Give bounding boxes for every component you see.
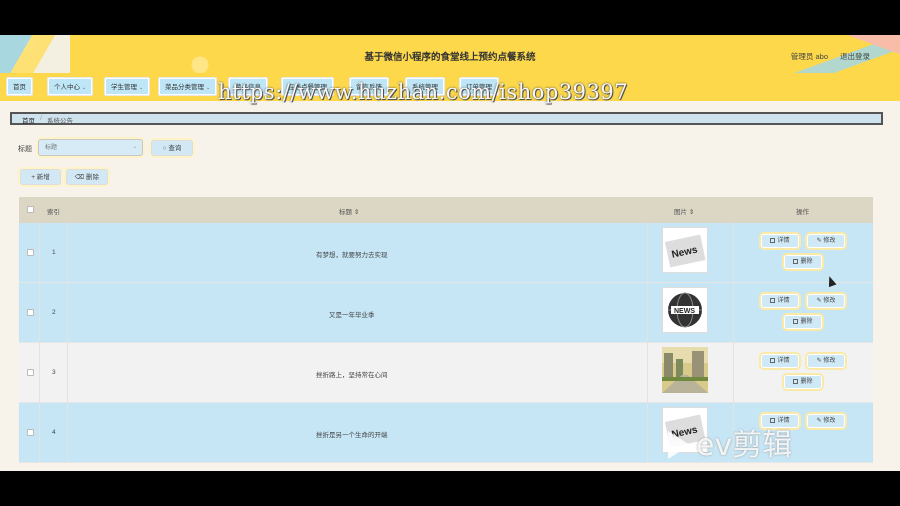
detail-button[interactable]: 详情 — [761, 354, 799, 368]
header: 基于微信小程序的食堂线上预约点餐系统 管理员 abo 退出登录 — [0, 35, 900, 73]
table-header: 索引 标题 ⇕ 图片 ⇕ 操作 — [19, 197, 873, 223]
trash-icon: ⌫ — [74, 174, 85, 181]
detail-button[interactable]: 详情 — [761, 234, 799, 248]
add-button-label: 新增 — [36, 174, 50, 181]
news-globe-image: NEWS — [662, 287, 708, 333]
sort-icon: ⇕ — [688, 209, 695, 216]
delete-button-label: 删除 — [800, 319, 813, 325]
header-title[interactable]: 标题 ⇕ — [339, 206, 359, 216]
edit-button[interactable]: ✎ 修改 — [807, 354, 845, 368]
row-title: 挫折是另一个生命的开端 — [316, 432, 388, 439]
news-paper-image: News — [662, 227, 708, 273]
city-street-image — [662, 347, 708, 393]
row-title: 有梦想，就要努力去实现 — [316, 252, 388, 259]
watermark-text: https://www.huzhan.com/ishop39397 — [218, 80, 629, 104]
header-title-label: 标题 — [339, 209, 352, 216]
detail-button-label: 详情 — [777, 358, 790, 364]
breadcrumb-home[interactable]: 首页 — [22, 115, 35, 125]
delete-button[interactable]: 删除 — [784, 375, 822, 389]
table-row: 1 有梦想，就要努力去实现 News 详情 ✎ 修改 删除 — [19, 223, 873, 283]
edit-button-label: 修改 — [823, 298, 836, 304]
sort-icon: ⇕ — [353, 209, 360, 216]
breadcrumb-current: 系统公告 — [47, 118, 73, 125]
row-index: 1 — [52, 249, 56, 256]
admin-label: 管理员 abo — [790, 52, 828, 61]
header-image[interactable]: 图片 ⇕ — [674, 206, 694, 216]
breadcrumb: 首页 / 系统公告 — [10, 112, 883, 125]
edit-button[interactable]: ✎ 修改 — [807, 414, 845, 428]
trash-icon — [793, 259, 799, 264]
search-icon: ○ — [162, 145, 167, 152]
pencil-icon: ✎ — [816, 238, 822, 244]
delete-button-label: 删除 — [800, 259, 813, 265]
app-title: 基于微信小程序的食堂线上预约点餐系统 — [364, 52, 536, 63]
select-all-checkbox[interactable] — [27, 206, 34, 213]
search-title-label: 标题 — [18, 146, 32, 153]
header-image-label: 图片 — [674, 209, 687, 216]
nav-personal-center[interactable]: 个人中心 ⌄ — [47, 77, 94, 96]
chevron-down-icon: ⌄ — [82, 85, 87, 91]
nav-student-mgmt[interactable]: 学生管理 ⌄ — [104, 77, 151, 96]
document-icon — [770, 358, 776, 363]
ev-logo: ev剪辑 — [668, 420, 792, 464]
chevron-down-icon: ⌄ — [139, 85, 144, 91]
nav-home[interactable]: 首页 — [6, 77, 33, 96]
plus-icon: + — [31, 174, 35, 181]
detail-button[interactable]: 详情 — [761, 294, 799, 308]
detail-button-label: 详情 — [777, 298, 790, 304]
search-input[interactable]: ⌄ — [38, 139, 143, 156]
nav-dish-category[interactable]: 菜品分类管理 ⌄ — [158, 77, 218, 96]
row-title: 挫折路上，坚持常在心间 — [316, 372, 388, 379]
ev-logo-text: ev剪辑 — [696, 428, 793, 463]
edit-button-label: 修改 — [823, 358, 836, 364]
header-action: 操作 — [796, 209, 809, 216]
row-checkbox[interactable] — [27, 429, 34, 436]
document-icon — [770, 238, 776, 243]
search-button-label: 查询 — [168, 145, 182, 152]
table-row: 2 又是一年毕业季 NEWS 详情 ✎ 修改 删除 — [19, 283, 873, 343]
breadcrumb-separator: / — [40, 115, 42, 122]
header-index: 索引 — [47, 209, 60, 216]
row-checkbox[interactable] — [27, 369, 34, 376]
chevron-down-icon: ⌄ — [206, 85, 211, 91]
pencil-icon: ✎ — [816, 358, 822, 364]
nav-dish-category-label: 菜品分类管理 — [165, 84, 204, 91]
row-checkbox[interactable] — [27, 249, 34, 256]
logout-link[interactable]: 退出登录 — [840, 51, 870, 62]
trash-icon — [793, 379, 799, 384]
edit-button-label: 修改 — [823, 238, 836, 244]
pencil-icon: ✎ — [816, 298, 822, 304]
row-index: 4 — [52, 429, 56, 436]
add-button[interactable]: + 新增 — [20, 169, 61, 185]
chevron-down-icon: ⌄ — [132, 144, 137, 150]
svg-text:NEWS: NEWS — [674, 308, 695, 315]
table-row: 3 挫折路上，坚持常在心间 详情 ✎ 修改 删除 — [19, 343, 873, 403]
nav-home-label: 首页 — [13, 84, 26, 91]
search-title-field[interactable] — [39, 140, 142, 155]
document-icon — [770, 298, 776, 303]
batch-delete-button-label: 删除 — [86, 174, 99, 181]
search-button[interactable]: ○ 查询 — [151, 140, 193, 156]
batch-delete-button[interactable]: ⌫ 删除 — [66, 169, 108, 185]
trash-icon — [793, 319, 799, 324]
detail-button-label: 详情 — [777, 238, 790, 244]
play-icon — [668, 431, 690, 459]
delete-button[interactable]: 删除 — [784, 255, 822, 269]
edit-button[interactable]: ✎ 修改 — [807, 294, 845, 308]
pencil-icon: ✎ — [816, 418, 822, 424]
nav-personal-center-label: 个人中心 — [54, 84, 80, 91]
row-title: 又是一年毕业季 — [329, 312, 375, 319]
edit-button[interactable]: ✎ 修改 — [807, 234, 845, 248]
delete-button[interactable]: 删除 — [784, 315, 822, 329]
row-index: 3 — [52, 369, 56, 376]
row-index: 2 — [52, 309, 56, 316]
edit-button-label: 修改 — [823, 418, 836, 424]
nav-student-mgmt-label: 学生管理 — [111, 84, 137, 91]
row-checkbox[interactable] — [27, 309, 34, 316]
delete-button-label: 删除 — [800, 379, 813, 385]
